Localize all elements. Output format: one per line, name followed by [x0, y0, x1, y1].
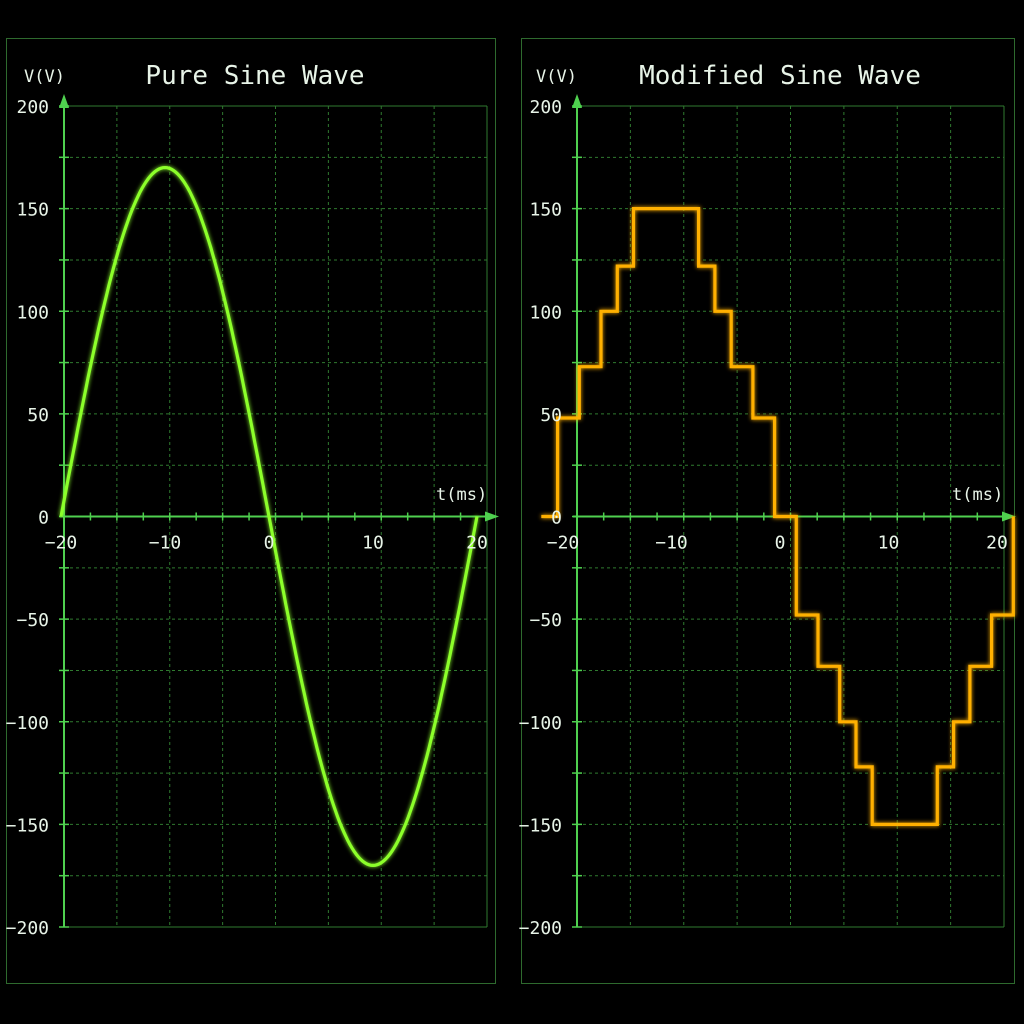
y-tick-label: −150 — [519, 815, 562, 836]
y-tick-label: −100 — [6, 713, 49, 734]
oscilloscope-charts: Pure Sine Wave V(V) t(ms) 200150100500−5… — [6, 61, 1016, 939]
y-tick-label: 150 — [529, 200, 562, 221]
chart-title: Modified Sine Wave — [639, 61, 921, 91]
x-tick-label: 0 — [775, 533, 786, 554]
x-axis-label: t(ms) — [952, 485, 1003, 505]
y-tick-label: 150 — [16, 200, 49, 221]
y-tick-label: 100 — [529, 302, 562, 323]
x-tick-label: 10 — [878, 533, 900, 554]
x-tick-label: 10 — [362, 533, 384, 554]
y-tick-label: 100 — [16, 302, 49, 323]
x-tick-label: −10 — [655, 533, 688, 554]
x-tick-label: 20 — [466, 533, 488, 554]
y-tick-label: −50 — [16, 610, 49, 631]
pure-sine-chart: Pure Sine Wave V(V) t(ms) 200150100500−5… — [6, 61, 499, 939]
y-tick-label: 0 — [38, 508, 49, 529]
y-tick-label: 50 — [540, 405, 562, 426]
x-axis-label: t(ms) — [436, 485, 487, 505]
x-tick-label: 20 — [986, 533, 1008, 554]
modified-sine-chart: Modified Sine Wave V(V) t(ms) 2001501005… — [519, 61, 1016, 939]
y-tick-label: −50 — [529, 610, 562, 631]
x-tick-label: −10 — [149, 533, 182, 554]
chart-title: Pure Sine Wave — [145, 61, 364, 91]
x-tick-label: 0 — [264, 533, 275, 554]
x-tick-label: −20 — [547, 533, 580, 554]
y-tick-label: −200 — [519, 918, 562, 939]
y-tick-label: 200 — [16, 97, 49, 118]
y-axis-label: V(V) — [24, 67, 65, 87]
y-tick-label: −150 — [6, 815, 49, 836]
y-tick-label: −100 — [519, 713, 562, 734]
y-tick-label: 0 — [551, 508, 562, 529]
y-tick-label: 50 — [27, 405, 49, 426]
y-tick-label: −200 — [6, 918, 49, 939]
y-tick-label: 200 — [529, 97, 562, 118]
x-tick-label: −20 — [45, 533, 78, 554]
y-axis-label: V(V) — [536, 67, 577, 87]
